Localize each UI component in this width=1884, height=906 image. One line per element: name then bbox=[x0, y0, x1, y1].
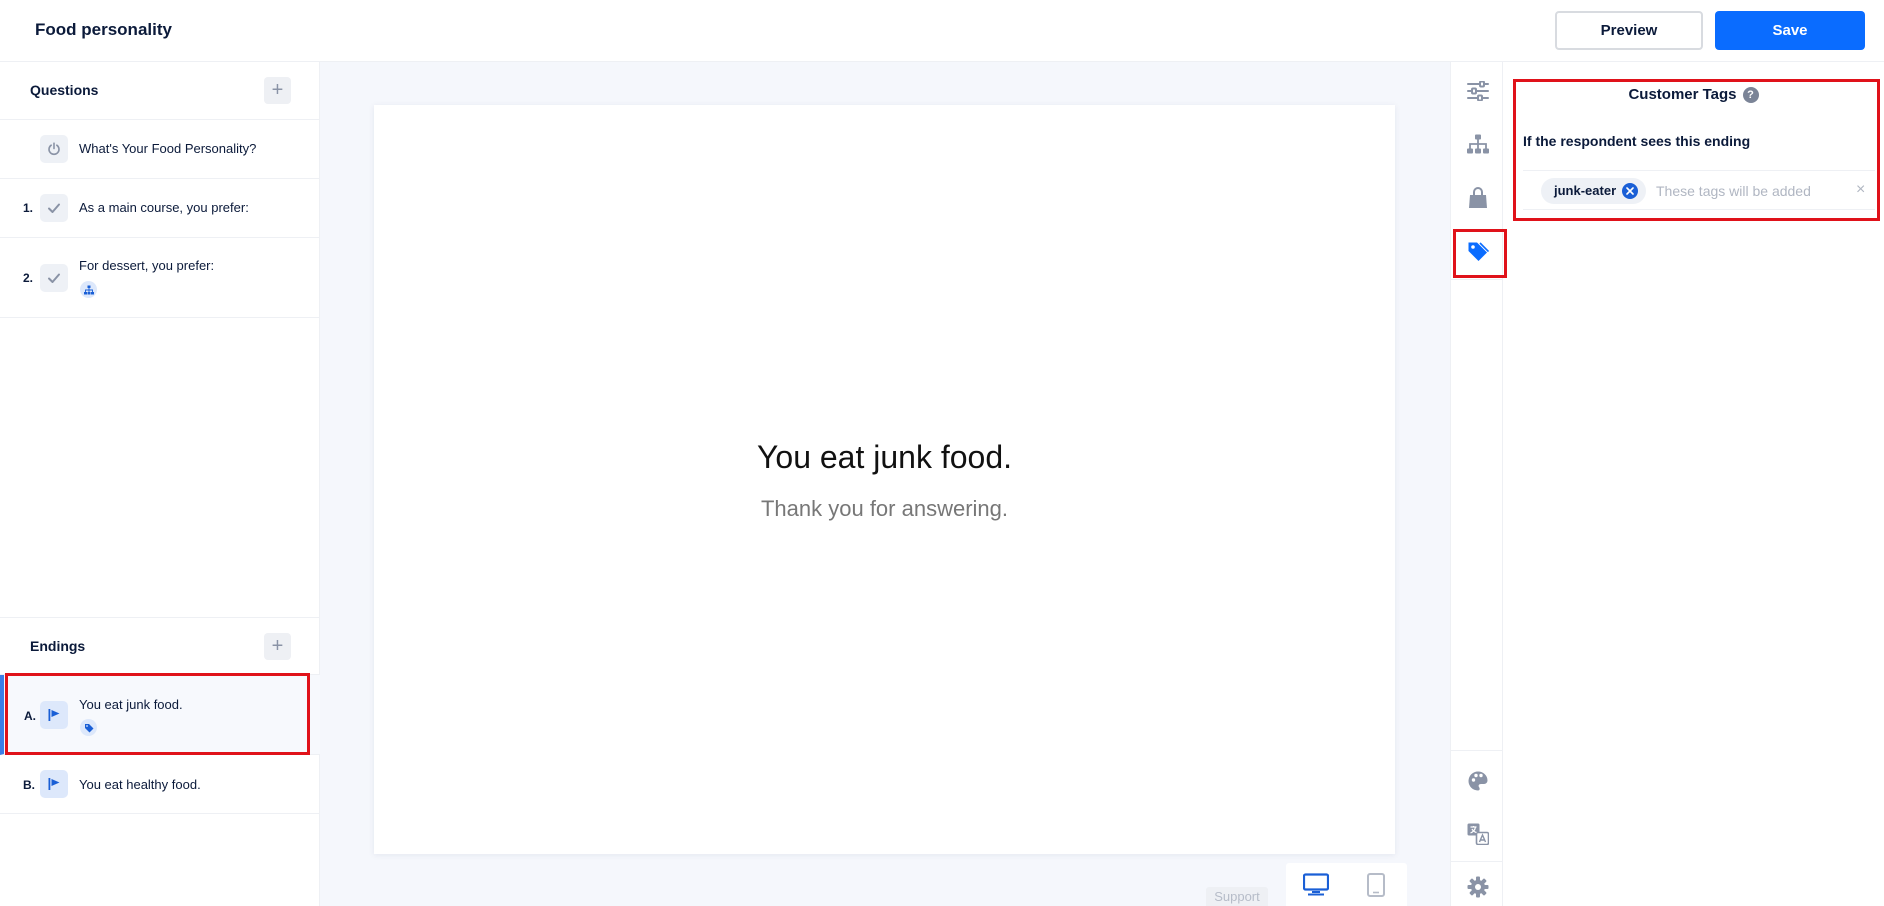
ending-subtitle: Thank you for answering. bbox=[760, 496, 1009, 521]
tags-input[interactable]: junk-eater These tags will be added × bbox=[1523, 170, 1875, 210]
sitemap-icon bbox=[1466, 134, 1489, 154]
endings-header: Endings + bbox=[0, 617, 320, 675]
gear-icon bbox=[1467, 876, 1488, 898]
customer-tags-panel: Customer Tags? If the respondent sees th… bbox=[1503, 62, 1884, 906]
page-title: Food personality bbox=[35, 20, 172, 39]
rail-settings-gear-button[interactable] bbox=[1451, 862, 1504, 906]
settings-icon-rail bbox=[1450, 62, 1504, 906]
tags-placeholder: These tags will be added bbox=[1656, 183, 1811, 199]
rail-logic-button[interactable] bbox=[1451, 119, 1504, 169]
save-button[interactable]: Save bbox=[1715, 11, 1865, 50]
ending-title: You eat junk food. bbox=[756, 439, 1013, 475]
question-item-welcome[interactable]: What's Your Food Personality? bbox=[0, 120, 320, 179]
tag-icon bbox=[1468, 242, 1489, 261]
ending-item-a[interactable]: A. You eat junk food. bbox=[0, 675, 320, 755]
preview-button[interactable]: Preview bbox=[1555, 11, 1703, 50]
tag-chip-label: junk-eater bbox=[1554, 183, 1617, 198]
ending-preview-card: You eat junk food. Thank you for answeri… bbox=[374, 105, 1395, 854]
sitemap-icon bbox=[80, 281, 97, 298]
question-label: For dessert, you prefer: bbox=[79, 258, 215, 273]
rail-translate-button[interactable] bbox=[1451, 809, 1504, 859]
panel-title-text: Customer Tags bbox=[1628, 86, 1737, 103]
add-question-button[interactable]: + bbox=[264, 77, 291, 104]
rail-theme-button[interactable] bbox=[1451, 756, 1504, 806]
device-switcher bbox=[1286, 863, 1407, 906]
preview-canvas: You eat junk food. Thank you for answeri… bbox=[320, 62, 1450, 906]
questions-header: Questions + bbox=[0, 62, 320, 120]
desktop-view-button[interactable] bbox=[1286, 863, 1346, 906]
translate-icon bbox=[1467, 823, 1489, 845]
check-icon bbox=[40, 264, 68, 292]
sidebar: Questions + What's Your Food Personality… bbox=[0, 62, 320, 906]
ending-letter: B. bbox=[23, 778, 35, 792]
sliders-icon bbox=[1466, 81, 1489, 101]
tablet-view-button[interactable] bbox=[1346, 863, 1406, 906]
flag-icon bbox=[40, 770, 68, 798]
tag-icon bbox=[80, 719, 97, 736]
support-button[interactable]: Support bbox=[1206, 887, 1268, 906]
question-item-2[interactable]: 2. For dessert, you prefer: bbox=[0, 238, 320, 318]
rail-tags-button[interactable] bbox=[1451, 227, 1504, 277]
palette-icon bbox=[1468, 771, 1487, 791]
questions-title: Questions bbox=[30, 82, 99, 98]
check-icon bbox=[40, 194, 68, 222]
add-ending-button[interactable]: + bbox=[264, 633, 291, 660]
endings-title: Endings bbox=[30, 638, 86, 654]
rail-divider bbox=[1451, 750, 1504, 751]
flag-icon bbox=[40, 701, 68, 729]
desktop-icon bbox=[1303, 872, 1329, 895]
question-number: 2. bbox=[23, 271, 34, 285]
ending-item-b[interactable]: B. You eat healthy food. bbox=[0, 755, 320, 814]
ending-letter: A. bbox=[24, 709, 36, 723]
ending-label: You eat junk food. bbox=[79, 697, 183, 712]
power-icon bbox=[40, 135, 68, 163]
question-item-1[interactable]: 1. As a main course, you prefer: bbox=[0, 179, 320, 238]
clear-tags-icon[interactable]: × bbox=[1856, 181, 1865, 199]
panel-title: Customer Tags? bbox=[1503, 86, 1884, 103]
question-number: 1. bbox=[23, 201, 34, 215]
tags-condition-label: If the respondent sees this ending bbox=[1523, 133, 1751, 149]
question-label: As a main course, you prefer: bbox=[79, 200, 249, 215]
tablet-icon bbox=[1367, 872, 1385, 897]
tag-chip: junk-eater bbox=[1541, 178, 1647, 204]
help-icon[interactable]: ? bbox=[1742, 87, 1759, 103]
ending-label: You eat healthy food. bbox=[79, 777, 201, 792]
remove-tag-icon[interactable] bbox=[1622, 183, 1639, 199]
rail-divider bbox=[1451, 279, 1504, 280]
shopping-bag-icon bbox=[1468, 187, 1487, 208]
question-label: What's Your Food Personality? bbox=[79, 141, 257, 156]
rail-settings-button[interactable] bbox=[1451, 66, 1504, 116]
top-bar: Food personality Preview Save bbox=[0, 0, 1884, 62]
rail-products-button[interactable] bbox=[1451, 173, 1504, 223]
